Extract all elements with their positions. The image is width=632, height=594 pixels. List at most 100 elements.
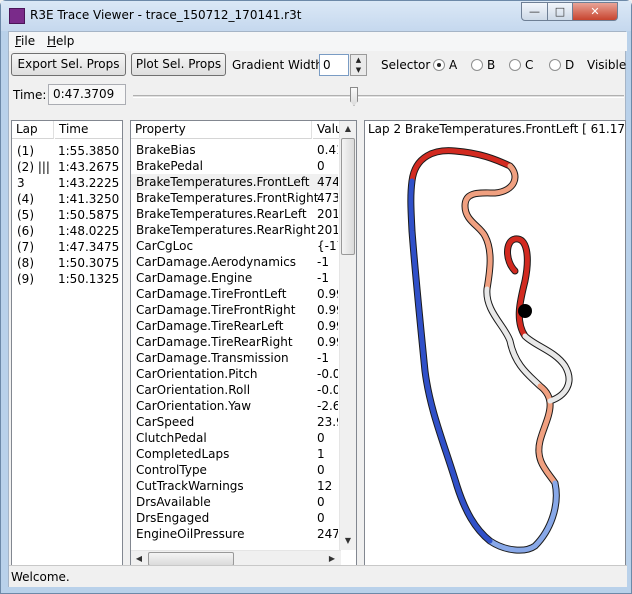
property-row[interactable]: CarDamage.Engine -1 bbox=[131, 270, 338, 286]
property-row[interactable]: BrakeTemperatures.FrontRight473. bbox=[131, 190, 338, 206]
property-name: BrakeTemperatures.RearRight bbox=[136, 223, 316, 237]
minimize-button[interactable]: — bbox=[521, 2, 548, 21]
selector-radio-b[interactable] bbox=[471, 59, 483, 71]
horizontal-scroll-thumb[interactable] bbox=[148, 552, 234, 565]
property-column-header[interactable]: Property bbox=[131, 121, 312, 139]
track-segment bbox=[487, 480, 559, 553]
property-row[interactable]: CarOrientation.Roll -0.0 bbox=[131, 382, 338, 398]
menu-bar: File Help bbox=[9, 32, 627, 51]
property-value: 247. bbox=[317, 527, 338, 541]
property-name: CarOrientation.Yaw bbox=[136, 399, 252, 413]
property-row[interactable]: BrakePedal 0 bbox=[131, 158, 338, 174]
property-row[interactable]: CarDamage.Aerodynamics -1 bbox=[131, 254, 338, 270]
property-name: ClutchPedal bbox=[136, 431, 207, 445]
lap-number: (7) bbox=[17, 240, 34, 254]
property-value: 0.99 bbox=[317, 335, 338, 349]
scroll-down-icon[interactable]: ▼ bbox=[340, 533, 356, 549]
spin-down-icon[interactable]: ▼ bbox=[351, 65, 366, 75]
property-name: CarOrientation.Roll bbox=[136, 383, 251, 397]
property-value: -1 bbox=[317, 255, 329, 269]
property-row[interactable]: CompletedLaps 1 bbox=[131, 446, 338, 462]
scroll-right-icon[interactable]: ▶ bbox=[324, 551, 340, 565]
property-horizontal-scrollbar[interactable]: ◀ ▶ bbox=[131, 550, 341, 565]
property-name: ControlType bbox=[136, 463, 207, 477]
lap-row[interactable]: (9) 1:50.1325 bbox=[12, 271, 122, 287]
property-row[interactable]: CarDamage.TireFrontRight 0.99 bbox=[131, 302, 338, 318]
property-row[interactable]: ClutchPedal 0 bbox=[131, 430, 338, 446]
time-slider-thumb[interactable] bbox=[350, 87, 358, 106]
export-selected-props-button[interactable]: Export Sel. Props bbox=[11, 53, 126, 76]
scroll-up-icon[interactable]: ▲ bbox=[340, 121, 356, 137]
time-label: Time: bbox=[13, 88, 47, 102]
menu-help[interactable]: Help bbox=[47, 34, 74, 48]
property-row[interactable]: CarCgLoc {-17 bbox=[131, 238, 338, 254]
selector-radio-a[interactable] bbox=[433, 59, 445, 71]
selector-radio-d[interactable] bbox=[549, 59, 561, 71]
lap-number: (6) bbox=[17, 224, 34, 238]
property-row[interactable]: CarOrientation.Yaw -2.6 bbox=[131, 398, 338, 414]
property-name: CarDamage.Transmission bbox=[136, 351, 289, 365]
selector-label: Selector bbox=[381, 58, 431, 72]
lap-time: 1:50.5875 bbox=[58, 208, 120, 222]
property-value: 0 bbox=[317, 431, 325, 445]
property-value: -0.0 bbox=[317, 367, 338, 381]
time-column-header[interactable]: Time bbox=[55, 121, 122, 139]
property-value: 0.99 bbox=[317, 319, 338, 333]
lap-row[interactable]: (4) 1:41.3250 bbox=[12, 191, 122, 207]
property-row[interactable]: CarSpeed 23.9 bbox=[131, 414, 338, 430]
lap-row[interactable]: (8) 1:50.3075 bbox=[12, 255, 122, 271]
lap-row[interactable]: (1) 1:55.3850 bbox=[12, 143, 122, 159]
property-row[interactable]: ControlType 0 bbox=[131, 462, 338, 478]
property-row[interactable]: CarDamage.TireRearRight 0.99 bbox=[131, 334, 338, 350]
property-name: EngineOilPressure bbox=[136, 527, 245, 541]
vertical-scroll-thumb[interactable] bbox=[341, 138, 355, 255]
lap-column-header[interactable]: Lap bbox=[12, 121, 54, 139]
property-row[interactable]: DrsEngaged 0 bbox=[131, 510, 338, 526]
property-value: 0 bbox=[317, 463, 325, 477]
property-value: 201. bbox=[317, 223, 338, 237]
window-title: R3E Trace Viewer - trace_150712_170141.r… bbox=[30, 8, 302, 22]
lap-number: (5) bbox=[17, 208, 34, 222]
lap-row[interactable]: (5) 1:50.5875 bbox=[12, 207, 122, 223]
spin-up-icon[interactable]: ▲ bbox=[351, 55, 366, 65]
track-map-panel: Lap 2 BrakeTemperatures.FrontLeft [ 61.1… bbox=[364, 120, 626, 566]
property-vertical-scrollbar[interactable]: ▲ ▼ bbox=[339, 121, 356, 550]
property-row[interactable]: BrakeTemperatures.FrontLeft 474. bbox=[131, 174, 338, 190]
close-button[interactable]: ✕ bbox=[572, 2, 618, 21]
property-value: -2.6 bbox=[317, 399, 338, 413]
property-row[interactable]: EngineOilPressure 247. bbox=[131, 526, 338, 542]
property-row[interactable]: CarDamage.TireFrontLeft 0.99 bbox=[131, 286, 338, 302]
property-value: 0 bbox=[317, 495, 325, 509]
property-value: 0 bbox=[317, 159, 325, 173]
property-name: BrakeTemperatures.FrontLeft bbox=[136, 175, 310, 189]
property-row[interactable]: CutTrackWarnings 12 bbox=[131, 478, 338, 494]
property-row[interactable]: CarDamage.Transmission -1 bbox=[131, 350, 338, 366]
client-area: File Help Export Sel. Props Plot Sel. Pr… bbox=[8, 31, 627, 587]
property-row[interactable]: BrakeBias 0.41 bbox=[131, 142, 338, 158]
lap-row[interactable]: (6) 1:48.0225 bbox=[12, 223, 122, 239]
scroll-left-icon[interactable]: ◀ bbox=[131, 551, 147, 565]
track-segment bbox=[409, 148, 513, 184]
property-row[interactable]: DrsAvailable 0 bbox=[131, 494, 338, 510]
lap-row[interactable]: (7) 1:47.3475 bbox=[12, 239, 122, 255]
lap-row[interactable]: (2) ||| 1:43.2675 bbox=[12, 159, 122, 175]
property-value: 0.99 bbox=[317, 303, 338, 317]
menu-file[interactable]: File bbox=[15, 34, 35, 48]
property-row[interactable]: CarOrientation.Pitch -0.0 bbox=[131, 366, 338, 382]
selector-radio-c[interactable] bbox=[509, 59, 521, 71]
maximize-button[interactable]: □ bbox=[547, 2, 573, 21]
gradient-width-spinner[interactable]: ▲ ▼ bbox=[350, 54, 367, 76]
title-bar[interactable]: R3E Trace Viewer - trace_150712_170141.r… bbox=[1, 1, 631, 31]
property-row[interactable]: BrakeTemperatures.RearLeft 201. bbox=[131, 206, 338, 222]
property-row[interactable]: CarDamage.TireRearLeft 0.99 bbox=[131, 318, 338, 334]
lap-number: (9) bbox=[17, 272, 34, 286]
property-name: CarCgLoc bbox=[136, 239, 194, 253]
time-slider-track[interactable] bbox=[133, 95, 624, 98]
property-row[interactable]: BrakeTemperatures.RearRight201. bbox=[131, 222, 338, 238]
value-column-header[interactable]: Valu bbox=[313, 121, 343, 139]
lap-row[interactable]: 3 1:43.2225 bbox=[12, 175, 122, 191]
track-map[interactable] bbox=[365, 121, 625, 565]
property-value: 474. bbox=[317, 175, 338, 189]
gradient-width-input[interactable]: 0 bbox=[319, 54, 349, 76]
plot-selected-props-button[interactable]: Plot Sel. Props bbox=[131, 53, 226, 76]
